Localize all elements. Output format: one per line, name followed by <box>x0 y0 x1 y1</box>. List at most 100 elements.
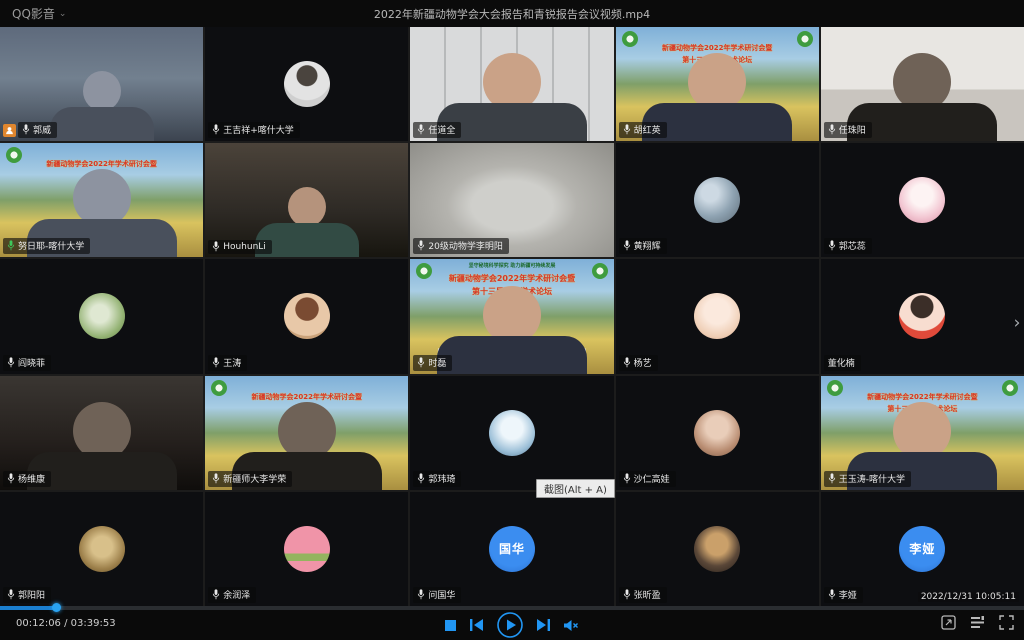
mic-icon <box>7 357 15 368</box>
mic-icon <box>7 589 15 600</box>
mic-icon <box>212 241 220 252</box>
playlist-icon <box>970 615 985 630</box>
mic-icon <box>623 124 631 135</box>
participant-name: 努日耶-喀什大学 <box>18 239 84 252</box>
screenshot-button[interactable] <box>941 615 956 630</box>
participant-name: 余润泽 <box>223 588 250 601</box>
mic-icon <box>22 124 30 135</box>
participant-tile: 张昕盈 <box>616 492 819 606</box>
participant-tile: 20级动物学李明阳 <box>410 143 613 257</box>
screenshot-tooltip: 截图(Alt + A) <box>536 479 615 498</box>
poster-title: 新疆动物学会2022年学术研讨会暨 <box>410 273 613 284</box>
participant-name: 郭威 <box>33 123 51 136</box>
participant-name: 阎晓菲 <box>18 356 45 369</box>
seek-bar-fill <box>0 606 56 610</box>
poster-slogan: 坚守秘境科学探究 助力新疆可持续发展 <box>410 262 613 269</box>
mic-icon <box>623 473 631 484</box>
volume-muted-icon <box>564 619 579 632</box>
poster-title: 新疆动物学会2022年学术研讨会暨 <box>821 392 1024 402</box>
participant-tile: 黄翔辉 <box>616 143 819 257</box>
presenter-tile: 坚守秘境科学探究 助力新疆可持续发展 新疆动物学会2022年学术研讨会暨 第十三… <box>410 259 613 373</box>
mic-icon <box>212 473 220 484</box>
mic-icon <box>417 473 425 484</box>
participant-name: 问国华 <box>428 588 455 601</box>
avatar <box>489 410 535 456</box>
avatar-initials: 李娅 <box>909 540 935 557</box>
app-menu-button[interactable]: QQ影音 ⌄ <box>0 5 66 22</box>
seek-handle[interactable] <box>52 603 61 612</box>
playlist-button[interactable] <box>970 615 985 630</box>
seek-bar[interactable] <box>0 606 1024 610</box>
avatar <box>899 293 945 339</box>
window-titlebar: QQ影音 ⌄ 2022年新疆动物学会大会报告和青锐报告会议视频.mp4 <box>0 0 1024 27</box>
play-icon <box>497 612 523 638</box>
grid-next-page-arrow: › <box>1010 310 1024 336</box>
participant-tile: 杨维康 <box>0 376 203 490</box>
participant-name: 任珠阳 <box>839 123 866 136</box>
avatar: 国华 <box>489 526 535 572</box>
fullscreen-icon <box>999 615 1014 630</box>
play-button[interactable] <box>497 612 523 638</box>
mic-icon <box>623 240 631 251</box>
participant-name: 董化楠 <box>828 356 855 369</box>
mic-active-icon <box>7 240 15 251</box>
participant-name: 郭阳阳 <box>18 588 45 601</box>
player-control-bar: 00:12:06 / 03:39:53 <box>0 606 1024 640</box>
mic-icon <box>7 473 15 484</box>
avatar <box>284 61 330 107</box>
mic-icon <box>417 240 425 251</box>
avatar <box>284 293 330 339</box>
volume-button[interactable] <box>564 619 579 632</box>
participant-label: 郭威 <box>3 122 57 138</box>
fullscreen-button[interactable] <box>999 615 1014 630</box>
participant-name: 郭玮琦 <box>428 472 455 485</box>
participant-tile: 新疆动物学会2022年学术研讨会暨 第十三届青年学术论坛 胡红英 <box>616 27 819 141</box>
avatar <box>79 526 125 572</box>
poster-title: 新疆动物学会2022年学术研讨会暨 <box>205 392 408 402</box>
participant-tile: 王吉祥+喀什大学 <box>205 27 408 141</box>
participant-name: 时磊 <box>428 356 446 369</box>
participant-name: 张昕盈 <box>634 588 661 601</box>
participant-tile: 阎晓菲 <box>0 259 203 373</box>
mic-icon <box>828 240 836 251</box>
participant-tile: 任珠阳 <box>821 27 1024 141</box>
participant-tile: 余润泽 <box>205 492 408 606</box>
participant-tile: 任道全 <box>410 27 613 141</box>
participant-name: 胡红英 <box>634 123 661 136</box>
screenshot-icon <box>941 615 956 630</box>
participant-tile: 董化楠 <box>821 259 1024 373</box>
stop-button[interactable] <box>445 620 456 631</box>
participant-tile: 郭玮琦 <box>410 376 613 490</box>
member-badge-icon <box>3 124 16 137</box>
participant-name: 王涛 <box>223 356 241 369</box>
participant-name: 黄翔辉 <box>634 239 661 252</box>
participant-tile: 新疆动物学会2022年学术研讨会暨 努日耶-喀什大学 <box>0 143 203 257</box>
participant-tile: 杨艺 <box>616 259 819 373</box>
participant-name: 20级动物学李明阳 <box>428 239 502 252</box>
participant-tile: HouhunLi <box>205 143 408 257</box>
video-surface[interactable]: 郭威 王吉祥+喀什大学 任道全 新疆动物学会2022年学术研讨会暨 第十三届青年… <box>0 27 1024 606</box>
next-button[interactable] <box>537 619 550 631</box>
participant-tile: 王涛 <box>205 259 408 373</box>
participant-name: 杨艺 <box>634 356 652 369</box>
participant-tile: 郭阳阳 <box>0 492 203 606</box>
avatar <box>899 177 945 223</box>
participant-name: 新疆师大李学荣 <box>223 472 286 485</box>
participant-name: 任道全 <box>428 123 455 136</box>
mic-icon <box>417 357 425 368</box>
avatar <box>694 410 740 456</box>
mic-icon <box>828 124 836 135</box>
video-file-title: 2022年新疆动物学会大会报告和青锐报告会议视频.mp4 <box>0 6 1024 22</box>
previous-button[interactable] <box>470 619 483 631</box>
mic-icon <box>828 589 836 600</box>
participant-name: 王玉涛-喀什大学 <box>839 472 905 485</box>
avatar <box>284 526 330 572</box>
participant-tile: 沙仁高娃 <box>616 376 819 490</box>
mic-icon <box>417 124 425 135</box>
avatar-initials: 国华 <box>499 540 525 557</box>
avatar <box>79 293 125 339</box>
participant-tile: 李娅 李娅 2022/12/31 10:05:11 <box>821 492 1024 606</box>
participant-tile: 郭芯蕊 <box>821 143 1024 257</box>
poster-title: 新疆动物学会2022年学术研讨会暨 <box>0 159 203 169</box>
previous-icon <box>470 619 483 631</box>
